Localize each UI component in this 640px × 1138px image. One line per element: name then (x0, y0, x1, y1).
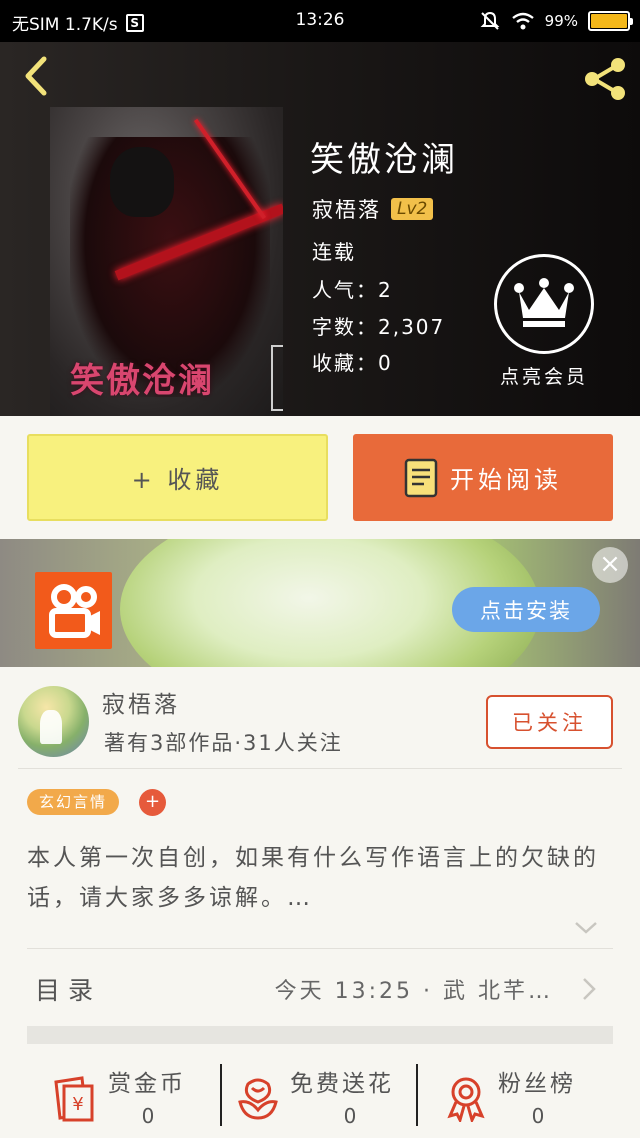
book-author-line: 寂梧落 Lv2 (312, 194, 434, 224)
genre-tag[interactable]: 玄幻言情 (27, 789, 120, 815)
vip-circle (494, 254, 594, 354)
bottom-bar: ¥ 赏金币 0 免费送花 0 粉丝榜 0 (0, 1044, 640, 1138)
author-avatar[interactable] (18, 686, 89, 757)
coin-envelope-icon: ¥ (54, 1076, 94, 1122)
status-bar: 无SIM 1.7K/s S 13:26 99% (0, 0, 640, 42)
battery-icon (588, 11, 633, 31)
chevron-left-icon (25, 56, 47, 96)
start-reading-button[interactable]: 开始阅读 (353, 434, 613, 521)
book-header: 笑傲沧澜 笑傲沧澜 寂梧落 Lv2 连载 人气：2 字数：2,307 收藏：0 … (0, 42, 640, 416)
wifi-icon (511, 12, 534, 30)
divider (18, 768, 622, 769)
medal-icon (447, 1077, 485, 1122)
author-stats: 著有3部作品·31人关注 (104, 731, 343, 755)
section-spacer (27, 1026, 613, 1044)
crown-icon (514, 278, 574, 327)
ad-close-button[interactable]: × (592, 547, 628, 583)
reward-coins-button[interactable]: ¥ 赏金币 0 (52, 1056, 202, 1136)
video-camera-icon (48, 583, 100, 638)
book-title: 笑傲沧澜 (310, 140, 458, 180)
share-button[interactable] (580, 54, 630, 104)
chevron-down-icon[interactable] (572, 918, 600, 938)
chevron-right-icon (583, 978, 596, 1000)
table-of-contents-row[interactable]: 目录 今天 13:25 · 武 北芊… (27, 948, 613, 1026)
book-cover[interactable]: 笑傲沧澜 (50, 107, 283, 416)
add-tag-button[interactable]: + (139, 789, 166, 816)
action-bar: + 收藏 开始阅读 (0, 416, 640, 539)
latest-chapter: 今天 13:25 · 武 北芊… (274, 979, 553, 1004)
book-description: 本人第一次自创，如果有什么写作语言上的欠缺的话，请大家多多谅解。… (27, 845, 599, 911)
reward-coins-label: 赏金币 (108, 1071, 186, 1097)
book-author-name[interactable]: 寂梧落 (312, 194, 381, 224)
fan-ranking-label: 粉丝榜 (498, 1071, 576, 1097)
toc-label: 目录 (35, 976, 102, 1005)
author-name[interactable]: 寂梧落 (102, 685, 180, 719)
share-icon (585, 58, 625, 100)
flower-icon (238, 1078, 278, 1120)
book-status: 连载 (312, 240, 356, 264)
battery-percent: 99% (544, 12, 578, 30)
send-flower-label: 免费送花 (290, 1071, 394, 1097)
reward-coins-count: 0 (141, 1104, 155, 1128)
book-icon (404, 458, 438, 497)
send-flower-button[interactable]: 免费送花 0 (234, 1056, 414, 1136)
send-flower-count: 0 (343, 1104, 357, 1128)
vip-label: 点亮会员 (499, 366, 588, 388)
fan-ranking-button[interactable]: 粉丝榜 0 (442, 1056, 602, 1136)
svg-text:¥: ¥ (72, 1094, 83, 1115)
ad-install-button[interactable]: 点击安装 (452, 587, 600, 632)
bottom-separator (220, 1064, 222, 1126)
book-favorites: 收藏：0 (312, 351, 393, 375)
status-right: 99% (479, 10, 633, 32)
ad-app-icon[interactable] (35, 572, 112, 649)
vip-button[interactable]: 点亮会员 (492, 254, 596, 389)
cover-title: 笑傲沧澜 (70, 361, 214, 401)
add-favorite-button[interactable]: + 收藏 (27, 434, 328, 521)
follow-button[interactable]: 已关注 (486, 695, 613, 749)
cover-figure-head (110, 147, 174, 217)
level-badge: Lv2 (391, 198, 434, 220)
book-popularity: 人气：2 (312, 278, 393, 302)
start-reading-label: 开始阅读 (450, 466, 562, 494)
author-section: 寂梧落 著有3部作品·31人关注 已关注 (0, 667, 640, 768)
avatar-figure (40, 710, 62, 744)
back-button[interactable] (14, 54, 58, 98)
bottom-separator (416, 1064, 418, 1126)
cover-frame-mark (271, 345, 283, 411)
ad-banner[interactable]: 点击安装 × (0, 539, 640, 667)
mute-icon (480, 11, 500, 30)
book-word-count: 字数：2,307 (312, 315, 446, 339)
fan-ranking-count: 0 (531, 1104, 545, 1128)
battery-fill (591, 14, 627, 28)
